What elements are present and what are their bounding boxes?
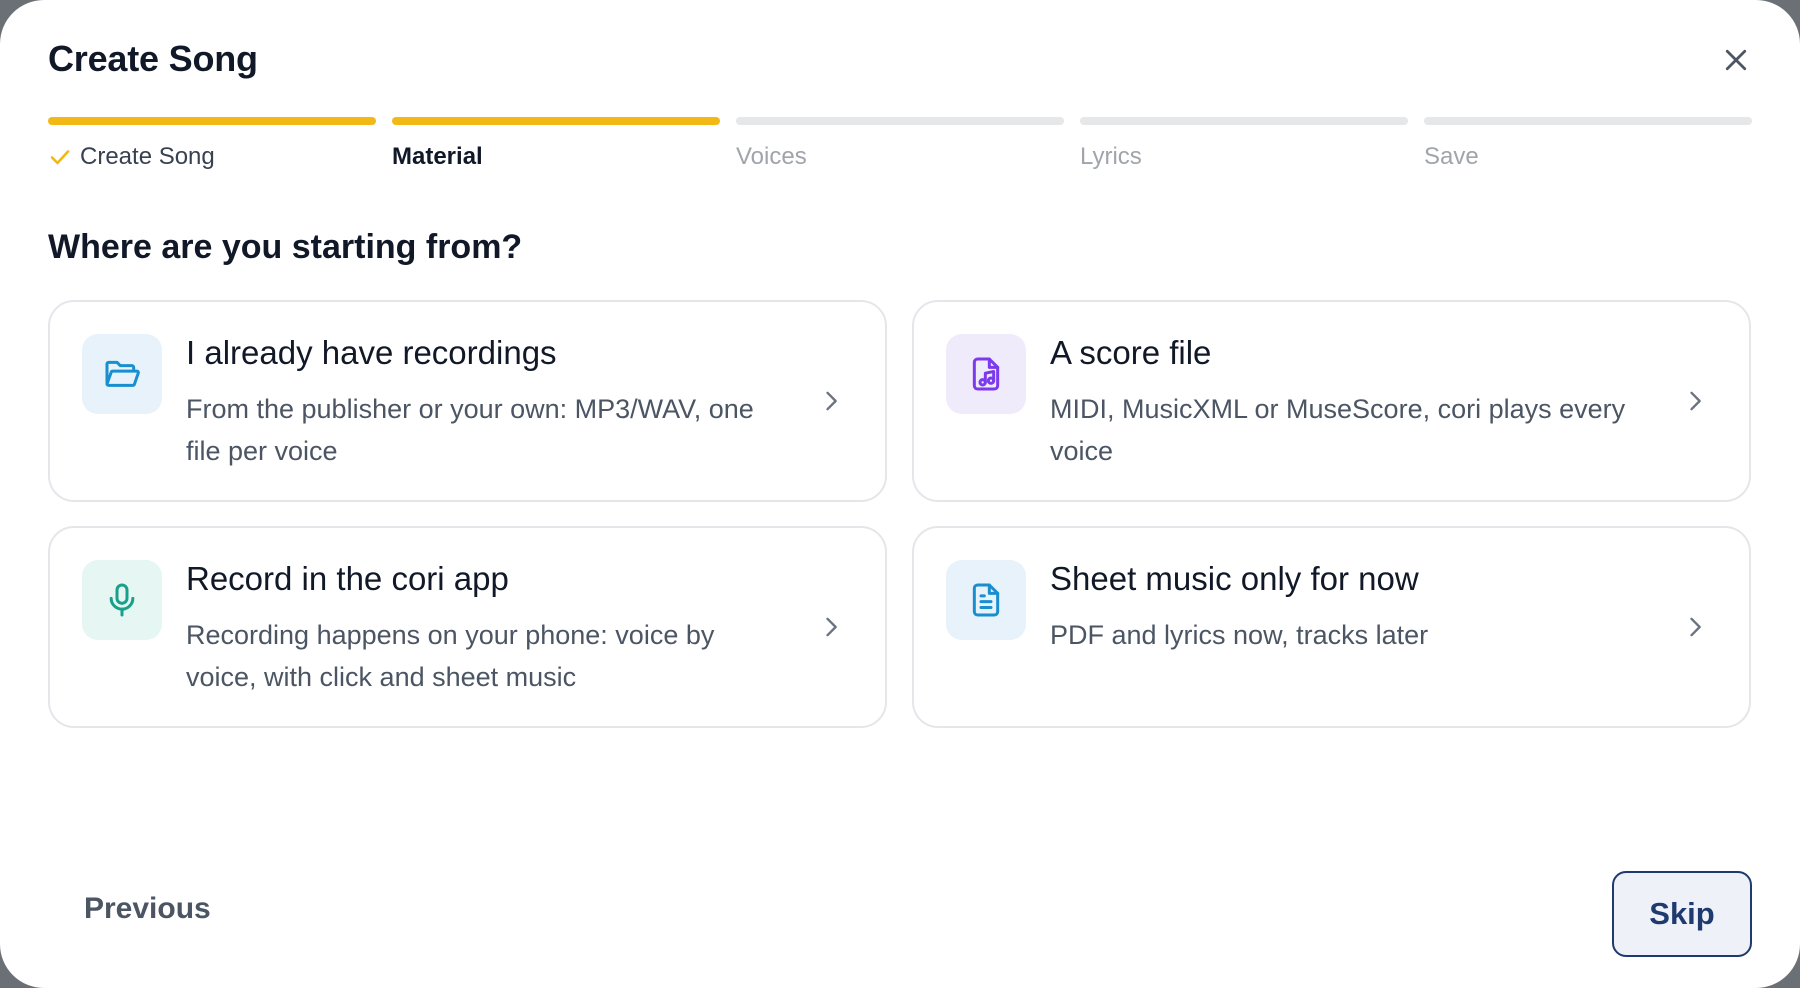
step-label: Save <box>1424 143 1479 170</box>
option-card-sheet-music[interactable]: Sheet music only for now PDF and lyrics … <box>912 526 1751 728</box>
close-button[interactable] <box>1716 40 1756 80</box>
step-progress-bar <box>736 117 1064 125</box>
section-question: Where are you starting from? <box>48 228 523 266</box>
option-description: MIDI, MusicXML or MuseScore, cori plays … <box>1050 394 1626 466</box>
step-progress-bar <box>48 117 376 125</box>
step-save: Save <box>1424 117 1752 177</box>
step-lyrics: Lyrics <box>1080 117 1408 177</box>
dialog-title: Create Song <box>48 38 258 79</box>
step-voices: Voices <box>736 117 1064 177</box>
option-card-score-file[interactable]: A score file MIDI, MusicXML or MuseScore… <box>912 300 1751 502</box>
icon-container <box>946 560 1026 640</box>
close-icon <box>1725 49 1747 71</box>
chevron-right-icon <box>1690 617 1701 637</box>
create-song-dialog: Create Song Create Song Material Voices <box>0 0 1800 988</box>
step-label: Voices <box>736 143 807 170</box>
skip-button[interactable]: Skip <box>1612 871 1752 957</box>
step-label: Lyrics <box>1080 143 1142 170</box>
step-create-song: Create Song <box>48 117 376 177</box>
option-title: A score file <box>1050 334 1212 371</box>
document-icon <box>972 583 1000 617</box>
step-progress-bar <box>1080 117 1408 125</box>
microphone-icon <box>109 583 135 617</box>
option-description: Recording happens on your phone: voice b… <box>186 620 715 692</box>
option-description: From the publisher or your own: MP3/WAV,… <box>186 394 754 466</box>
icon-container <box>946 334 1026 414</box>
check-icon <box>50 150 70 165</box>
option-description: PDF and lyrics now, tracks later <box>1050 620 1429 650</box>
option-title: I already have recordings <box>186 334 557 371</box>
step-material: Material <box>392 117 720 177</box>
option-title: Record in the cori app <box>186 560 509 597</box>
option-card-recordings[interactable]: I already have recordings From the publi… <box>48 300 887 502</box>
option-card-record-app[interactable]: Record in the cori app Recording happens… <box>48 526 887 728</box>
step-label: Create Song <box>80 143 215 170</box>
option-title: Sheet music only for now <box>1050 560 1419 597</box>
folder-open-icon <box>105 360 140 387</box>
chevron-right-icon <box>826 391 837 411</box>
stepper: Create Song Material Voices Lyrics Save <box>48 117 1752 177</box>
step-label: Material <box>392 143 483 170</box>
music-file-icon <box>972 357 1000 391</box>
previous-button[interactable]: Previous <box>84 892 211 926</box>
chevron-right-icon <box>826 617 837 637</box>
step-progress-bar <box>1424 117 1752 125</box>
chevron-right-icon <box>1690 391 1701 411</box>
icon-container <box>82 334 162 414</box>
step-progress-bar <box>392 117 720 125</box>
icon-container <box>82 560 162 640</box>
